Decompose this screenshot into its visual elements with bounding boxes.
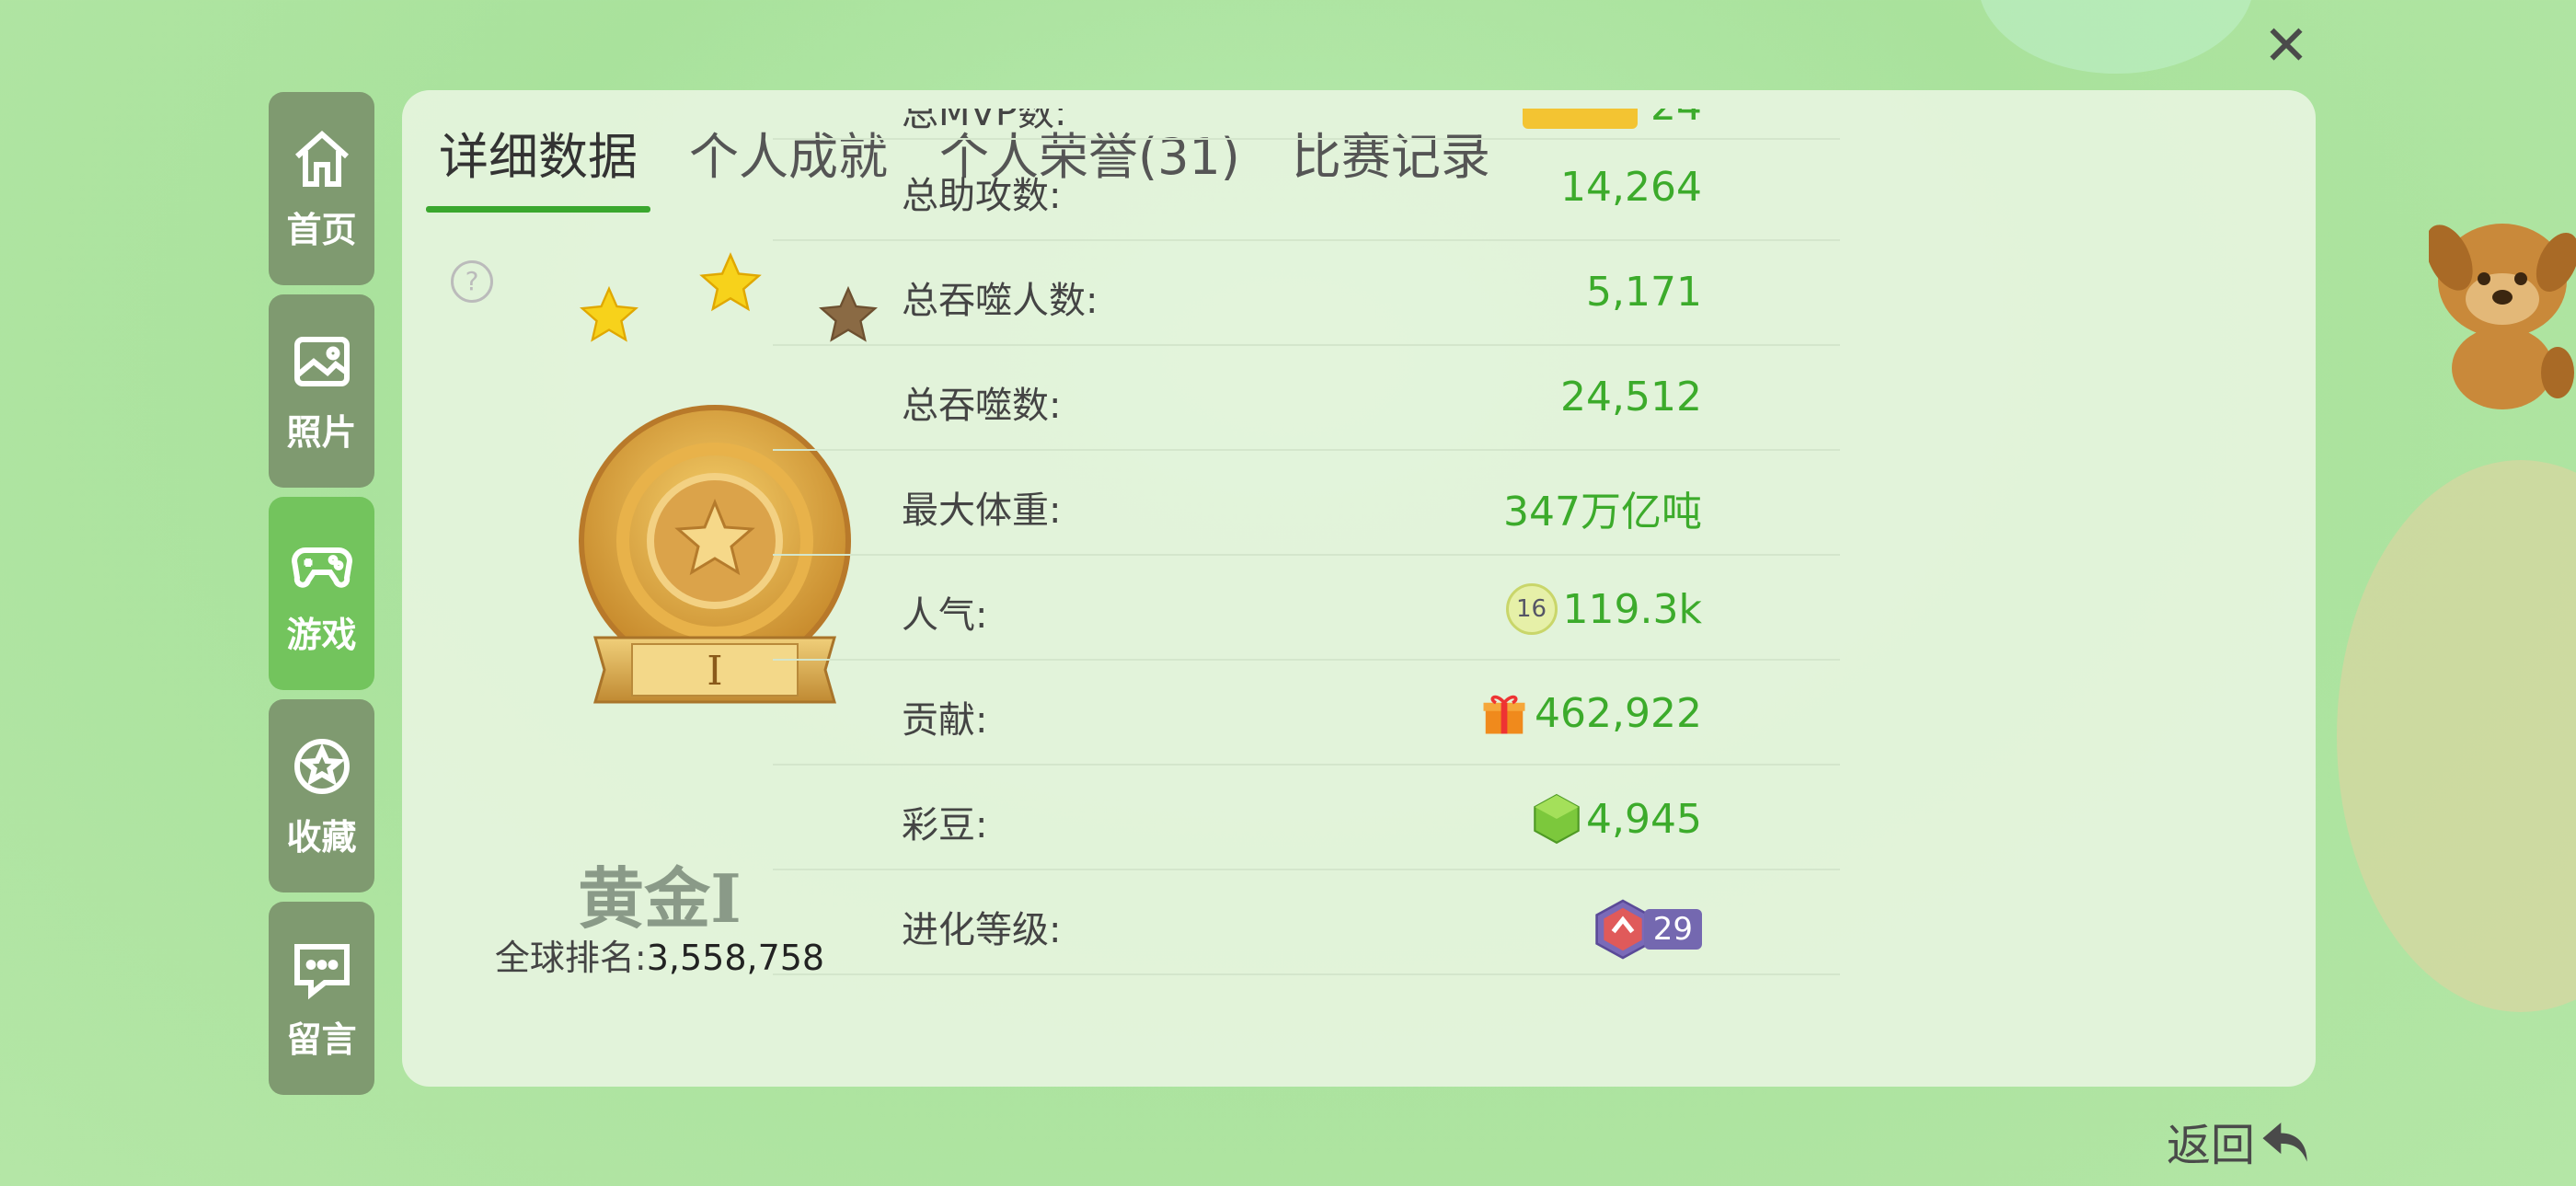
stat-label: 贡献: bbox=[902, 699, 988, 742]
stat-value: 14,264 bbox=[1560, 164, 1702, 211]
stat-row-color-beans: 彩豆: 4,945 bbox=[773, 766, 1840, 870]
sidebar-item-label: 游戏 bbox=[286, 614, 357, 655]
sidebar-item-label: 收藏 bbox=[286, 816, 357, 858]
evolution-level-text: 29 bbox=[1643, 909, 1702, 950]
stat-row-total-eaten: 总吞噬数: 24,512 bbox=[773, 346, 1840, 451]
stat-value: 29 bbox=[1594, 898, 1702, 961]
sidebar-item-label: 照片 bbox=[286, 411, 357, 453]
evolution-badge-icon: 29 bbox=[1594, 898, 1702, 961]
sidebar-item-home[interactable]: 首页 bbox=[269, 92, 374, 285]
stat-value: 347万亿吨 bbox=[1503, 489, 1702, 535]
star-badge-icon bbox=[293, 738, 350, 794]
stat-row-assists: 总助攻数: 14,264 bbox=[773, 136, 1840, 241]
global-rank-label: 全球排名: bbox=[494, 938, 647, 978]
gift-icon bbox=[1483, 695, 1525, 734]
back-button[interactable]: 返回 bbox=[2167, 1109, 2317, 1173]
stat-label: 进化等级: bbox=[902, 909, 1062, 951]
tab-detailed-data[interactable]: 详细数据 bbox=[426, 116, 650, 213]
bg-blob bbox=[1978, 0, 2254, 74]
photo-icon bbox=[293, 336, 350, 386]
stat-value: 16 119.3k bbox=[1505, 583, 1702, 635]
sidebar-item-label: 首页 bbox=[286, 209, 357, 250]
stat-row-popularity: 人气: 16 119.3k bbox=[773, 556, 1840, 661]
stat-label: 最大体重: bbox=[902, 489, 1062, 532]
stat-value: 24 bbox=[1523, 109, 1702, 130]
stat-value: 5,171 bbox=[1586, 269, 1702, 316]
stat-row-contribution: 贡献: 462,922 bbox=[773, 661, 1840, 766]
back-label: 返回 bbox=[2167, 1120, 2256, 1171]
help-icon[interactable]: ? bbox=[451, 260, 493, 303]
rank-star-lit-icon bbox=[699, 252, 762, 312]
stat-value-text: 24 bbox=[1650, 109, 1702, 130]
rank-star-lit-icon bbox=[580, 285, 638, 342]
stat-row-partial: 总MVP数: 24 bbox=[773, 109, 1840, 140]
stats-list: 总助攻数: 14,264 总吞噬人数: 5,171 总吞噬数: 24,512 最… bbox=[773, 136, 1840, 975]
stat-row-max-weight: 最大体重: 347万亿吨 bbox=[773, 451, 1840, 556]
back-arrow-icon bbox=[2262, 1123, 2307, 1162]
popularity-badge-icon: 16 bbox=[1505, 583, 1558, 635]
stat-value: 24,512 bbox=[1560, 374, 1702, 420]
dog-mascot bbox=[2429, 224, 2576, 409]
home-icon bbox=[294, 130, 349, 187]
stat-label: 总吞噬人数: bbox=[902, 280, 1098, 322]
stat-label: 总吞噬数: bbox=[902, 385, 1062, 427]
stat-label: 总助攻数: bbox=[902, 175, 1062, 217]
mvp-badge-icon bbox=[1523, 109, 1638, 129]
stat-value-text: 4,945 bbox=[1586, 795, 1702, 843]
sidebar: 首页 照片 游戏 收藏 留言 bbox=[269, 92, 374, 1104]
bean-icon bbox=[1534, 793, 1580, 845]
svg-text:Ⅰ: Ⅰ bbox=[707, 648, 722, 695]
stat-value-text: 119.3k bbox=[1562, 585, 1702, 633]
stat-label: 彩豆: bbox=[902, 804, 988, 846]
bg-blob bbox=[2337, 460, 2576, 1012]
stat-row-players-eaten: 总吞噬人数: 5,171 bbox=[773, 241, 1840, 346]
sidebar-item-photos[interactable]: 照片 bbox=[269, 294, 374, 488]
message-icon bbox=[293, 943, 350, 999]
gamepad-icon bbox=[291, 547, 352, 588]
sidebar-item-favorites[interactable]: 收藏 bbox=[269, 699, 374, 892]
sidebar-item-label: 留言 bbox=[286, 1019, 357, 1060]
stat-label: 总MVP数: bbox=[902, 109, 1067, 134]
sidebar-item-messages[interactable]: 留言 bbox=[269, 902, 374, 1095]
stat-value: 462,922 bbox=[1479, 688, 1702, 738]
sidebar-item-games[interactable]: 游戏 bbox=[269, 497, 374, 690]
stat-row-evolution-level: 进化等级: 29 bbox=[773, 870, 1840, 975]
stat-value-text: 462,922 bbox=[1535, 689, 1702, 737]
stat-value: 4,945 bbox=[1533, 793, 1702, 845]
stat-label: 人气: bbox=[902, 594, 988, 637]
close-icon[interactable]: ✕ bbox=[2259, 18, 2314, 74]
